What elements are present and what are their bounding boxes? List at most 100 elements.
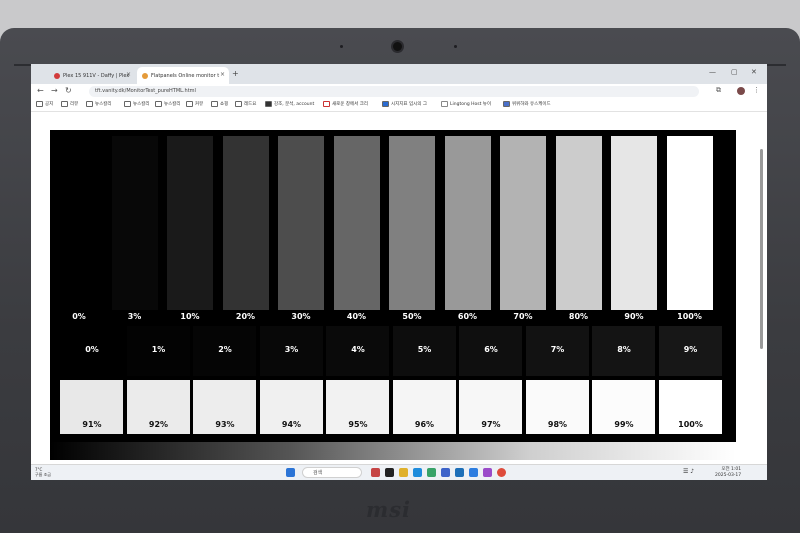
gray-bar-50 <box>389 136 435 310</box>
bookmark-item[interactable]: 위위하와 유스케이드 <box>503 101 551 107</box>
bookmark-item[interactable]: 시지지표 입시의 그 <box>382 101 427 107</box>
back-icon[interactable]: ← <box>37 86 44 95</box>
gray-bar-label: 20% <box>235 312 256 321</box>
white-box-label: 93% <box>215 420 235 429</box>
black-box-label: 2% <box>218 345 232 354</box>
wifi-volume-icon[interactable]: ☰ ♪ <box>683 468 703 477</box>
white-box-label: 98% <box>547 420 568 429</box>
bookmark-item[interactable]: 리뷰 <box>61 101 78 107</box>
bookmark-item[interactable]: 뉴스칼리 <box>86 101 112 107</box>
white-box-label: 99% <box>614 420 634 429</box>
tab-label: Plex 15 911V - Daffy | Plex <box>63 72 130 79</box>
address-bar-row: ← → ↻ tft.vanity.dk/MonitorTest_pureHTML… <box>31 84 767 99</box>
white-box-label: 96% <box>414 420 435 429</box>
black-box-label: 9% <box>683 345 698 354</box>
app-icon[interactable] <box>441 468 450 477</box>
avatar[interactable] <box>737 87 745 95</box>
gray-bar-0 <box>56 136 102 310</box>
edge-icon[interactable] <box>413 468 422 477</box>
taskbar: 7°C 구름 조금 검색 ☰ ♪ 오전 1:01 2025-03-17 <box>31 464 767 480</box>
folder-icon <box>186 101 193 107</box>
bookmark-item[interactable]: 커뮤 <box>186 101 203 107</box>
maximize-icon[interactable]: ▢ <box>731 68 738 76</box>
extensions-icon[interactable]: ⧉ <box>716 86 721 95</box>
bookmark-favicon-icon <box>382 101 389 107</box>
tab-bar: Plex 15 911V - Daffy | Plex × Flatpanels… <box>31 64 767 84</box>
app-icon[interactable] <box>427 468 436 477</box>
app-icon[interactable] <box>483 468 492 477</box>
tab-plex[interactable]: Plex 15 911V - Daffy | Plex × <box>49 67 135 84</box>
white-box-label: 91% <box>82 420 102 429</box>
bookmark-item[interactable]: 새로운 창에서 크리 <box>323 101 368 107</box>
bookmark-favicon-icon <box>265 101 272 107</box>
tab-label: Flatpanels Online monitor t <box>151 72 220 79</box>
minimize-icon[interactable]: — <box>709 68 716 76</box>
url-field[interactable]: tft.vanity.dk/MonitorTest_pureHTML.html <box>89 86 699 97</box>
forward-icon[interactable]: → <box>51 86 58 95</box>
weather-desc: 구름 조금 <box>35 472 51 477</box>
folder-icon <box>36 101 43 107</box>
gray-bar-10 <box>167 136 213 310</box>
gradient-strip <box>50 442 736 460</box>
gray-bar-100 <box>666 136 713 310</box>
gray-bar-label: 40% <box>346 312 367 321</box>
bookmark-item[interactable]: 공지 <box>36 101 53 107</box>
gray-bar-90 <box>611 136 657 310</box>
folder-icon <box>235 101 242 107</box>
bookmark-favicon-icon <box>441 101 448 107</box>
gray-bar-label: 70% <box>513 312 533 321</box>
bookmark-favicon-icon <box>503 101 510 107</box>
app-icon[interactable] <box>385 468 394 477</box>
gray-bar-20 <box>222 136 269 310</box>
scrollbar[interactable] <box>760 149 763 349</box>
bookmark-item[interactable]: 강조, 분석, account <box>265 101 314 107</box>
tab-flatpanels[interactable]: Flatpanels Online monitor t × <box>137 67 229 84</box>
gray-bar-70 <box>500 136 546 310</box>
bookmark-item[interactable]: 뉴스칼리 <box>124 101 150 107</box>
black-box-label: 0% <box>85 345 99 354</box>
gray-bar-label: 30% <box>291 312 311 321</box>
gray-bar-label: 90% <box>624 312 644 321</box>
gray-bar-30 <box>278 136 324 310</box>
folder-icon <box>86 101 93 107</box>
bookmark-item[interactable]: Lingtong Host 뉴이 <box>441 101 491 107</box>
gray-bar-40 <box>333 136 380 310</box>
msi-logo: msi <box>366 497 412 522</box>
gray-bar-label: 3% <box>127 312 142 321</box>
search-input[interactable]: 검색 <box>302 467 362 478</box>
folder-icon[interactable] <box>399 468 408 477</box>
white-box-label: 100% <box>678 420 703 429</box>
new-tab-icon[interactable]: + <box>232 69 239 78</box>
start-icon[interactable] <box>286 468 295 477</box>
gray-bar-label: 0% <box>72 312 86 321</box>
black-box-label: 4% <box>351 345 365 354</box>
clock[interactable]: 오전 1:01 2025-03-17 <box>715 467 741 479</box>
plex-favicon-icon <box>54 72 60 79</box>
gray-bar-label: 60% <box>457 312 478 321</box>
app-icon[interactable] <box>469 468 478 477</box>
white-box-label: 94% <box>281 420 302 429</box>
monitor-test-page: 0% 3% 10% 20% 30% 40% 50% 60% 70% 80% 90% 100% 0% 1% 2… <box>31 112 767 464</box>
mic-dot <box>454 45 457 48</box>
bookmark-favicon-icon <box>323 101 330 107</box>
bookmark-item[interactable]: 쇼핑 <box>211 101 228 107</box>
menu-icon[interactable]: ⋮ <box>753 86 760 94</box>
bookmarks-bar: 공지 리뷰 뉴스칼리 뉴스칼리 뉴스칼리 커뮤 쇼핑 레드요 강조, 분석, a… <box>31 99 767 112</box>
chrome-icon[interactable] <box>497 468 506 477</box>
bookmark-item[interactable]: 레드요 <box>235 101 256 107</box>
close-window-icon[interactable]: ✕ <box>751 68 757 76</box>
app-icon[interactable] <box>455 468 464 477</box>
black-box-label: 1% <box>151 345 166 354</box>
black-box-label: 5% <box>417 345 432 354</box>
weather-widget[interactable]: 7°C 구름 조금 <box>35 467 51 477</box>
gray-bar-label: 50% <box>402 312 422 321</box>
black-box-label: 6% <box>484 345 498 354</box>
reload-icon[interactable]: ↻ <box>65 86 72 95</box>
folder-icon <box>61 101 68 107</box>
white-box-label: 97% <box>481 420 501 429</box>
close-icon[interactable]: × <box>220 71 225 78</box>
bookmark-item[interactable]: 뉴스칼리 <box>155 101 181 107</box>
close-icon[interactable]: × <box>126 71 131 78</box>
white-box-label: 92% <box>148 420 169 429</box>
app-icon[interactable] <box>371 468 380 477</box>
